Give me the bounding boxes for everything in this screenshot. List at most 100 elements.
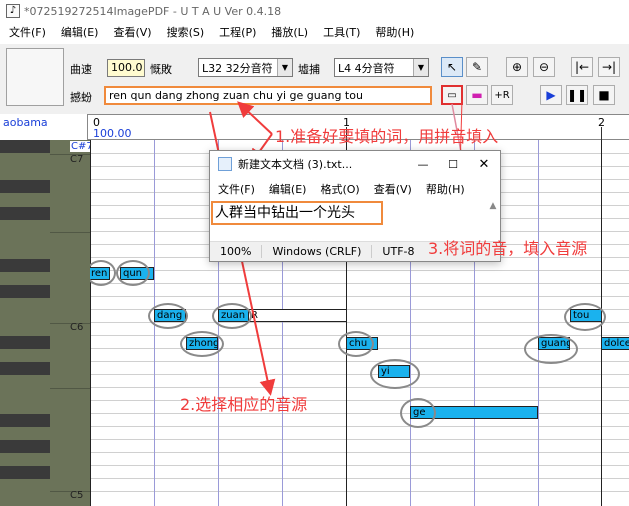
highlight-oval xyxy=(148,303,188,329)
go-end-button[interactable]: →| xyxy=(598,57,620,77)
insert-length-label: 墟捕 xyxy=(298,63,320,76)
annotation-step3: 3.将词的音，填入音源 xyxy=(428,239,588,258)
highlight-oval xyxy=(400,398,436,428)
tempo-label: 曲速 xyxy=(70,63,92,76)
black-key xyxy=(0,140,50,153)
key-divider xyxy=(50,232,90,233)
pause-icon: ❚❚ xyxy=(566,88,588,102)
grid-row xyxy=(90,491,629,492)
lyric-input[interactable]: ren qun dang zhong zuan chu yi ge guang … xyxy=(104,86,432,105)
notepad-menu-bar: 文件(F) 编辑(E) 格式(O) 查看(V) 帮助(H) xyxy=(210,179,500,199)
grid-row xyxy=(90,270,629,271)
black-key xyxy=(0,207,50,220)
pencil-icon: ✎ xyxy=(471,60,483,74)
grid-row xyxy=(90,478,629,479)
status-encoding: UTF-8 xyxy=(382,245,415,258)
lyric-erase-button[interactable]: ▬ xyxy=(466,85,488,105)
highlight-oval xyxy=(338,331,374,357)
tempo-marker: 100.00 xyxy=(93,127,132,140)
grid-row xyxy=(90,465,629,466)
menu-project[interactable]: 工程(P) xyxy=(210,22,262,44)
grid-row xyxy=(90,439,629,440)
zoom-out-button[interactable]: ⊖ xyxy=(533,57,555,77)
measure-line xyxy=(90,140,91,506)
grid-row xyxy=(90,296,629,297)
notepad-menu-view[interactable]: 查看(V) xyxy=(374,181,412,197)
singer-portrait[interactable] xyxy=(6,48,64,106)
pencil-tool-button[interactable]: ✎ xyxy=(466,57,488,77)
stop-icon: ■ xyxy=(598,88,610,102)
title-bar: ♪ *072519272514ImagePDF - U T A U Ver 0.… xyxy=(0,0,629,22)
black-key xyxy=(0,285,50,298)
grid-row xyxy=(90,400,629,401)
highlight-oval xyxy=(524,334,578,364)
skip-forward-icon: →| xyxy=(601,60,617,74)
annotation-step2: 2.选择相应的音源 xyxy=(180,395,308,414)
singer-name-box[interactable]: aobama xyxy=(0,114,88,140)
chevron-down-icon: ▼ xyxy=(413,59,428,76)
lyric-label: 撼蚡 xyxy=(70,91,92,104)
notepad-app-icon xyxy=(218,157,232,171)
zoom-in-icon: ⊕ xyxy=(511,60,523,74)
menu-play[interactable]: 播放(L) xyxy=(262,22,314,44)
black-key xyxy=(0,259,50,272)
menu-tools[interactable]: 工具(T) xyxy=(314,22,366,44)
grid-row xyxy=(90,452,629,453)
toolbar: 曲速 100.0 慨敗 L32 32分音符 ▼ 墟捕 L4 4分音符 ▼ ↖ ✎ ⊕… xyxy=(0,44,629,112)
grid-row xyxy=(90,413,629,414)
app-icon: ♪ xyxy=(6,4,20,18)
notepad-menu-edit[interactable]: 编辑(E) xyxy=(269,181,307,197)
menu-help[interactable]: 帮助(H) xyxy=(366,22,420,44)
key-divider xyxy=(50,388,90,389)
menu-file[interactable]: 文件(F) xyxy=(0,22,52,44)
singer-name: aobama xyxy=(3,116,48,129)
insert-length-select[interactable]: L4 4分音符 ▼ xyxy=(334,58,429,77)
close-icon[interactable]: ✕ xyxy=(468,157,500,172)
lyric-replace-button[interactable]: +R xyxy=(491,85,513,105)
note[interactable]: dolce xyxy=(601,337,629,350)
replace-icon: +R xyxy=(494,89,510,101)
highlight-oval xyxy=(180,331,224,357)
notepad-text-area[interactable]: 人群当中钻出一个光头 xyxy=(211,201,383,225)
black-key xyxy=(0,440,50,453)
notepad-menu-help[interactable]: 帮助(H) xyxy=(426,181,465,197)
window-title: *072519272514ImagePDF - U T A U Ver 0.4.… xyxy=(24,4,282,18)
black-key xyxy=(0,414,50,427)
black-key xyxy=(0,466,50,479)
minimize-icon[interactable]: — xyxy=(408,158,438,171)
grid-row xyxy=(90,426,629,427)
skip-back-icon: |← xyxy=(574,60,590,74)
notepad-menu-file[interactable]: 文件(F) xyxy=(218,181,255,197)
piano-keyboard[interactable]: C#7 C7 C6 C5 xyxy=(0,140,94,506)
black-key xyxy=(0,180,50,193)
measure-tick xyxy=(601,127,602,140)
select-tool-button[interactable]: ↖ xyxy=(441,57,463,77)
tempo-input[interactable]: 100.0 xyxy=(107,59,145,77)
status-zoom: 100% xyxy=(210,245,263,258)
notepad-menu-format[interactable]: 格式(O) xyxy=(320,181,359,197)
zoom-out-icon: ⊖ xyxy=(538,60,550,74)
pause-button[interactable]: ❚❚ xyxy=(566,85,588,105)
quantize-select[interactable]: L32 32分音符 ▼ xyxy=(198,58,293,77)
notepad-titlebar: 新建文本文档 (3).txt... — ☐ ✕ xyxy=(210,151,500,177)
play-button[interactable]: ▶ xyxy=(540,85,562,105)
annotation-step1: 1.准备好要填的词，用拼音填入 xyxy=(275,127,499,146)
highlight-oval xyxy=(370,359,420,389)
highlight-oval xyxy=(212,303,252,329)
highlight-oval xyxy=(116,260,150,286)
key-label-c7: C7 xyxy=(70,154,84,165)
menu-search[interactable]: 搜索(S) xyxy=(158,22,211,44)
stop-button[interactable]: ■ xyxy=(593,85,615,105)
menu-view[interactable]: 查看(V) xyxy=(104,22,157,44)
zoom-in-button[interactable]: ⊕ xyxy=(506,57,528,77)
tempo-unit-label: 慨敗 xyxy=(150,63,172,76)
go-start-button[interactable]: |← xyxy=(571,57,593,77)
lyric-insert-button[interactable]: ▭ xyxy=(441,85,463,105)
note[interactable]: R xyxy=(248,309,347,322)
maximize-icon[interactable]: ☐ xyxy=(438,158,468,171)
menu-edit[interactable]: 编辑(E) xyxy=(52,22,105,44)
grid-row xyxy=(90,283,629,284)
grid-row xyxy=(90,387,629,388)
cursor-arrow-icon: ↖ xyxy=(446,60,458,74)
eraser-icon: ▬ xyxy=(471,88,483,102)
